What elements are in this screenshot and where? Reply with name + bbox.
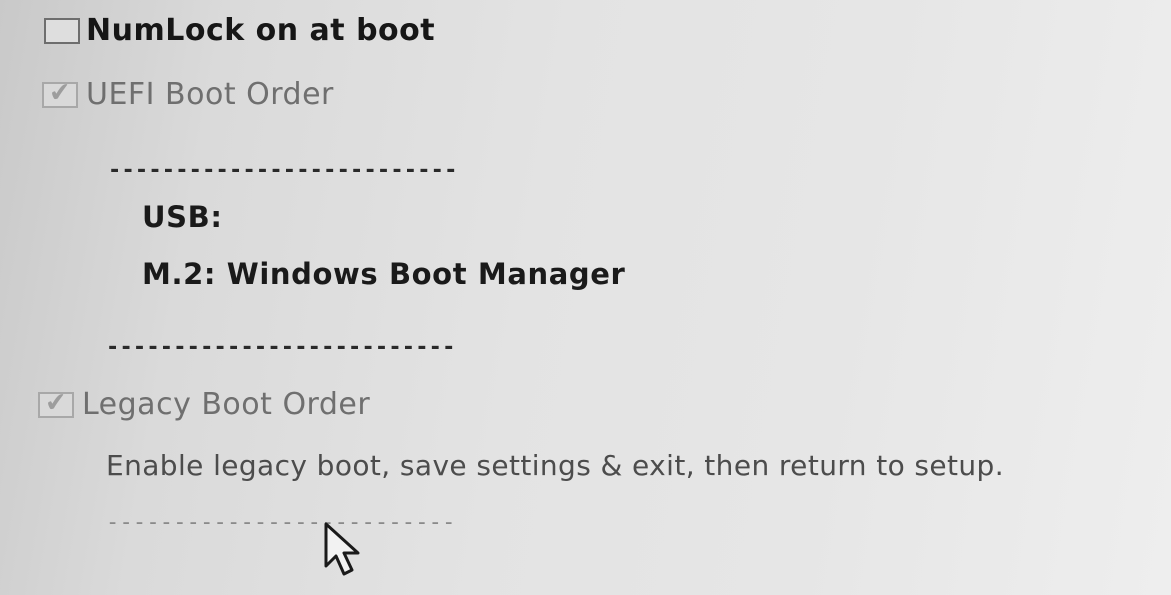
numlock-checkbox[interactable] <box>44 18 80 44</box>
check-mark-icon: ✔ <box>47 77 72 109</box>
uefi-boot-item-m2[interactable]: M.2: Windows Boot Manager <box>142 257 625 291</box>
uefi-boot-item-usb[interactable]: USB: <box>142 200 223 234</box>
legacy-boot-note: Enable legacy boot, save settings & exit… <box>106 449 1005 482</box>
uefi-separator-bottom: -------------------------- <box>106 335 456 360</box>
uefi-separator-top: -------------------------- <box>108 158 458 183</box>
numlock-label: NumLock on at boot <box>86 13 436 48</box>
uefi-boot-order-label: UEFI Boot Order <box>86 77 334 112</box>
uefi-boot-order-checkbox: ✔ <box>42 77 78 109</box>
legacy-boot-order-label: Legacy Boot Order <box>82 387 371 422</box>
mouse-cursor-icon <box>324 522 360 576</box>
legacy-boot-order-checkbox: ✔ <box>38 387 74 419</box>
check-mark-icon: ✔ <box>43 387 68 419</box>
legacy-separator: -------------------------- <box>106 510 456 535</box>
